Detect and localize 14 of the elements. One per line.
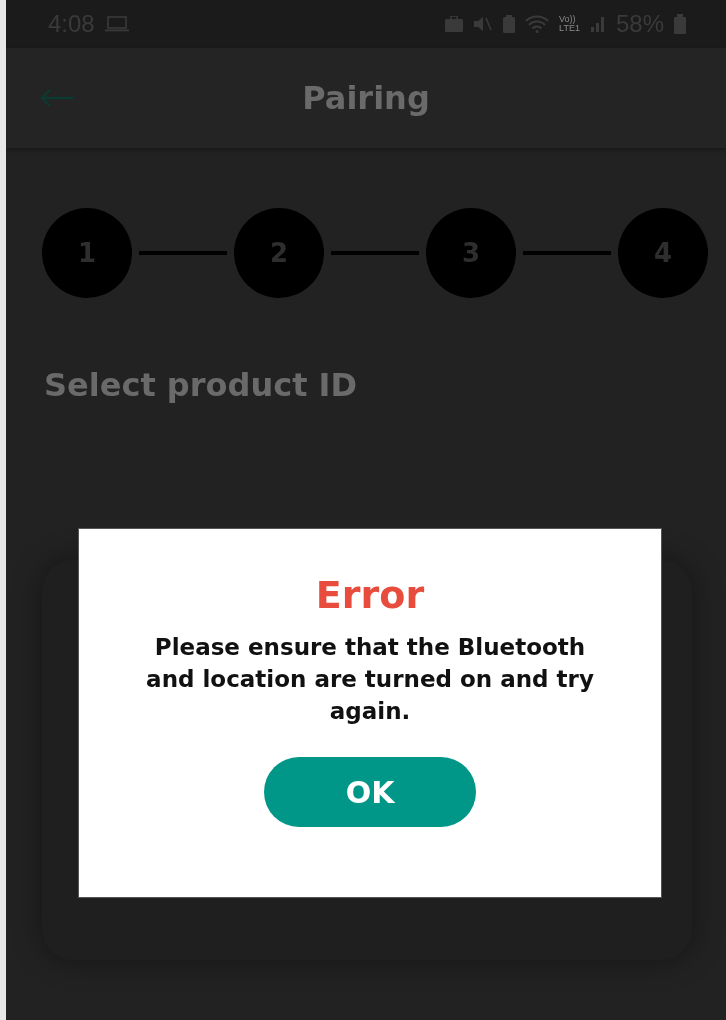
page-title: Pairing (302, 79, 430, 117)
laptop-icon (104, 16, 129, 32)
network-label: Vo)) (559, 15, 576, 24)
briefcase-icon (445, 16, 464, 32)
signal-icon (589, 16, 606, 32)
battery-saver-icon (503, 15, 516, 33)
dialog-title: Error (315, 572, 425, 619)
ok-button[interactable]: OK (264, 757, 476, 827)
mute-icon (473, 15, 494, 33)
network-label: LTE1 (559, 24, 580, 33)
dialog-message: Please ensure that the Bluetooth and location are turned on and try again. (145, 633, 595, 726)
section-heading: Select product ID (44, 366, 359, 404)
wifi-icon (525, 15, 550, 33)
battery-icon (674, 14, 686, 34)
